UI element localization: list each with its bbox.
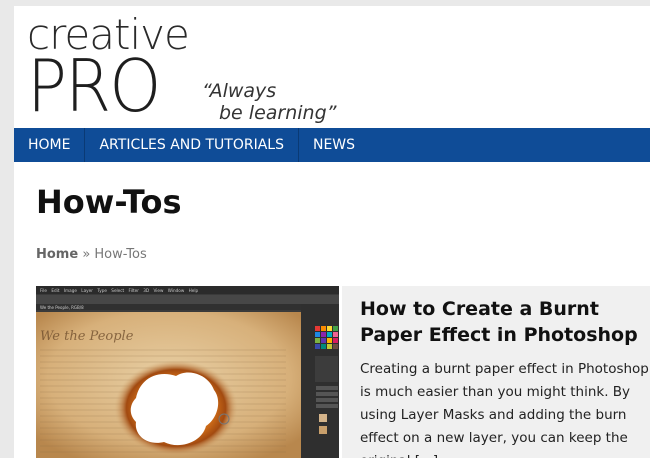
thumbnail-menu-help: Help [189,288,199,293]
thumbnail-menu-type: Type [96,288,107,293]
thumbnail-document-tab: We the People, RGB/8 [40,305,84,310]
breadcrumb-separator: » [78,247,95,262]
thumbnail-menu-window: Window [168,288,185,293]
nav-item-home[interactable]: HOME [14,128,86,162]
nav-item-articles-and-tutorials[interactable]: ARTICLES AND TUTORIALS [85,128,299,162]
main-nav: HOME ARTICLES AND TUTORIALS NEWS [14,128,650,162]
breadcrumb-home-link[interactable]: Home [36,247,78,262]
breadcrumb-current: How-Tos [94,247,147,262]
thumbnail-menu-image: Image [64,288,78,293]
article-title-link[interactable]: How to Create a Burnt Paper Effect in Ph… [360,296,645,348]
page-title: How-Tos [36,183,182,221]
thumbnail-document-text: We the People [40,329,134,344]
thumbnail-menu-layer: Layer [81,288,93,293]
logo-word-pro: PRO [27,44,161,128]
thumbnail-menu-filter: Filter [129,288,140,293]
article-thumbnail[interactable]: File Edit Image Layer Type Select Filter… [36,286,339,458]
site-logo[interactable]: creative PRO “Always be learning” [27,10,347,128]
thumbnail-photoshop-screenshot: File Edit Image Layer Type Select Filter… [36,286,339,458]
logo-tagline-line2: be learning” [219,102,337,124]
page: creative PRO “Always be learning” HOME A… [14,6,650,458]
nav-item-news[interactable]: NEWS [299,128,369,162]
thumbnail-menu-edit: Edit [51,288,59,293]
article-excerpt: Creating a burnt paper effect in Photosh… [360,361,649,458]
logo-tagline-line1: “Always [202,80,277,102]
thumbnail-menu-bar: File Edit Image Layer Type Select Filter… [40,288,199,293]
article-card: How to Create a Burnt Paper Effect in Ph… [342,286,650,458]
thumbnail-menu-file: File [40,288,47,293]
thumbnail-menu-select: Select [111,288,124,293]
thumbnail-menu-3d: 3D [143,288,149,293]
thumbnail-menu-view: View [154,288,165,293]
breadcrumb: Home » How-Tos [36,246,147,264]
